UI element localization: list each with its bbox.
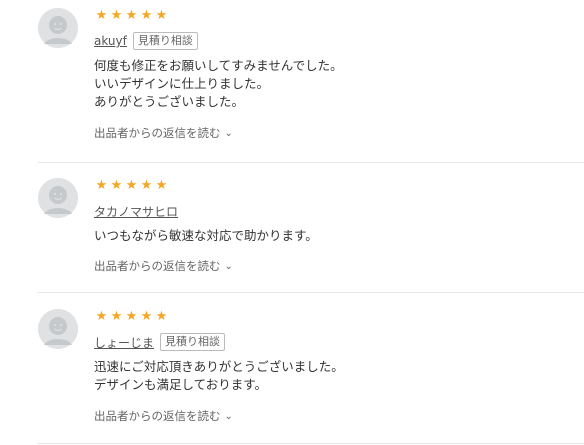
user-avatar-icon[interactable] xyxy=(38,8,78,48)
review-text: いつもながら敏速な対応で助かります。 xyxy=(94,227,318,245)
star-icon: ★ xyxy=(140,8,153,23)
star-icon: ★ xyxy=(125,309,138,324)
star-icon: ★ xyxy=(95,309,108,324)
star-icon: ★ xyxy=(125,8,138,23)
star-rating: ★ ★ ★ ★ ★ xyxy=(94,179,169,193)
chevron-down-icon: ⌄ xyxy=(224,261,233,272)
star-icon: ★ xyxy=(95,178,108,193)
star-icon: ★ xyxy=(125,178,138,193)
service-type-badge: 見積り相談 xyxy=(132,32,198,50)
star-icon: ★ xyxy=(140,309,153,324)
review-divider xyxy=(38,162,584,163)
star-icon: ★ xyxy=(110,309,123,324)
review-item: ★ ★ ★ ★ ★ しょーじま 見積り相談 迅速にご対応頂きありがとうございました。 デ… xyxy=(38,309,584,439)
reviewer-name-link[interactable]: akuyf xyxy=(94,34,127,48)
service-type-badge: 見積り相談 xyxy=(160,333,226,351)
star-rating: ★ ★ ★ ★ ★ xyxy=(94,9,169,23)
review-text-line: デザインも満足しております。 xyxy=(94,377,268,392)
read-seller-reply-link[interactable]: 出品者からの返信を読む ⌄ xyxy=(94,258,233,274)
star-icon: ★ xyxy=(110,178,123,193)
star-icon: ★ xyxy=(140,178,153,193)
star-icon: ★ xyxy=(155,178,168,193)
review-text-line: 何度も修正をお願いしてすみませんでした。 xyxy=(94,58,343,73)
read-seller-reply-label: 出品者からの返信を読む xyxy=(94,259,221,273)
review-divider xyxy=(38,292,584,293)
user-avatar-icon[interactable] xyxy=(38,178,78,218)
user-avatar-icon[interactable] xyxy=(38,309,78,349)
review-divider xyxy=(38,443,584,444)
chevron-down-icon: ⌄ xyxy=(224,128,233,139)
review-item: ★ ★ ★ ★ ★ タカノマサヒロ いつもながら敏速な対応で助かります。 出品者からの返… xyxy=(38,178,584,278)
review-text-line: いつもながら敏速な対応で助かります。 xyxy=(94,228,318,243)
review-text-line: いいデザインに仕上りました。 xyxy=(94,76,270,91)
read-seller-reply-link[interactable]: 出品者からの返信を読む ⌄ xyxy=(94,408,233,424)
star-icon: ★ xyxy=(155,309,168,324)
read-seller-reply-link[interactable]: 出品者からの返信を読む ⌄ xyxy=(94,125,233,141)
read-seller-reply-label: 出品者からの返信を読む xyxy=(94,126,221,140)
review-item: ★ ★ ★ ★ ★ akuyf 見積り相談 何度も修正をお願いしてすみませんでした。 い… xyxy=(38,8,584,158)
review-text-line: 迅速にご対応頂きありがとうございました。 xyxy=(94,359,344,374)
star-icon: ★ xyxy=(95,8,108,23)
star-rating: ★ ★ ★ ★ ★ xyxy=(94,310,169,324)
read-seller-reply-label: 出品者からの返信を読む xyxy=(94,409,221,423)
reviewer-name-link[interactable]: タカノマサヒロ xyxy=(94,203,178,220)
chevron-down-icon: ⌄ xyxy=(224,411,233,422)
star-icon: ★ xyxy=(155,8,168,23)
review-text-line: ありがとうございました。 xyxy=(94,94,245,109)
star-icon: ★ xyxy=(110,8,123,23)
review-text: 迅速にご対応頂きありがとうございました。 デザインも満足しております。 xyxy=(94,358,344,394)
review-text: 何度も修正をお願いしてすみませんでした。 いいデザインに仕上りました。 ありがと… xyxy=(94,57,343,111)
reviewer-name-link[interactable]: しょーじま xyxy=(94,334,154,351)
